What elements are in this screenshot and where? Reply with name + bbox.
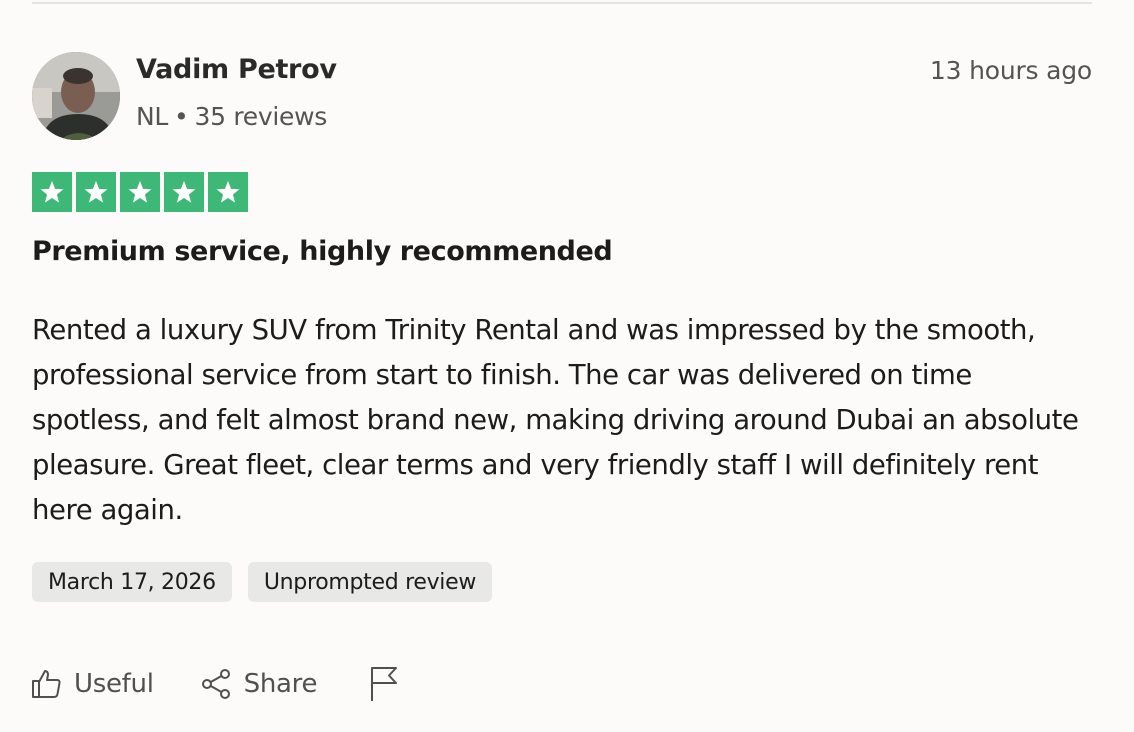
share-icon — [201, 669, 230, 699]
star-rating — [32, 172, 248, 212]
avatar[interactable] — [32, 52, 120, 140]
useful-button[interactable]: Useful — [30, 668, 154, 700]
star-icon — [32, 172, 72, 212]
reviewer-meta: NL • 35 reviews — [136, 102, 327, 131]
useful-label: Useful — [74, 669, 154, 699]
star-icon — [164, 172, 204, 212]
star-icon — [208, 172, 248, 212]
review-body: Rented a luxury SUV from Trinity Rental … — [32, 314, 1079, 526]
flag-icon — [371, 667, 398, 701]
reviewer-name[interactable]: Vadim Petrov — [136, 54, 337, 85]
avatar-photo — [32, 52, 120, 140]
reviewer-country: NL — [136, 102, 169, 131]
review-title[interactable]: Premium service, highly recommended — [32, 236, 613, 267]
reviewer-review-count: 35 reviews — [194, 102, 327, 131]
thumbs-up-icon — [32, 670, 61, 698]
share-button[interactable]: Share — [200, 668, 318, 700]
star-icon — [120, 172, 160, 212]
meta-separator: • — [174, 102, 189, 131]
review-time: 13 hours ago — [929, 56, 1092, 85]
unprompted-tag[interactable]: Unprompted review — [247, 562, 493, 602]
review-card: Vadim Petrov NL • 35 reviews 13 hours ago … — [0, 0, 1134, 732]
divider — [32, 2, 1092, 4]
review-actions: Useful Share — [30, 664, 399, 704]
date-tag: March 17, 2026 — [32, 562, 232, 602]
report-button[interactable] — [369, 666, 399, 702]
star-icon — [76, 172, 116, 212]
review-tags: March 17, 2026 Unprompted review — [32, 562, 493, 602]
share-label: Share — [243, 669, 318, 699]
